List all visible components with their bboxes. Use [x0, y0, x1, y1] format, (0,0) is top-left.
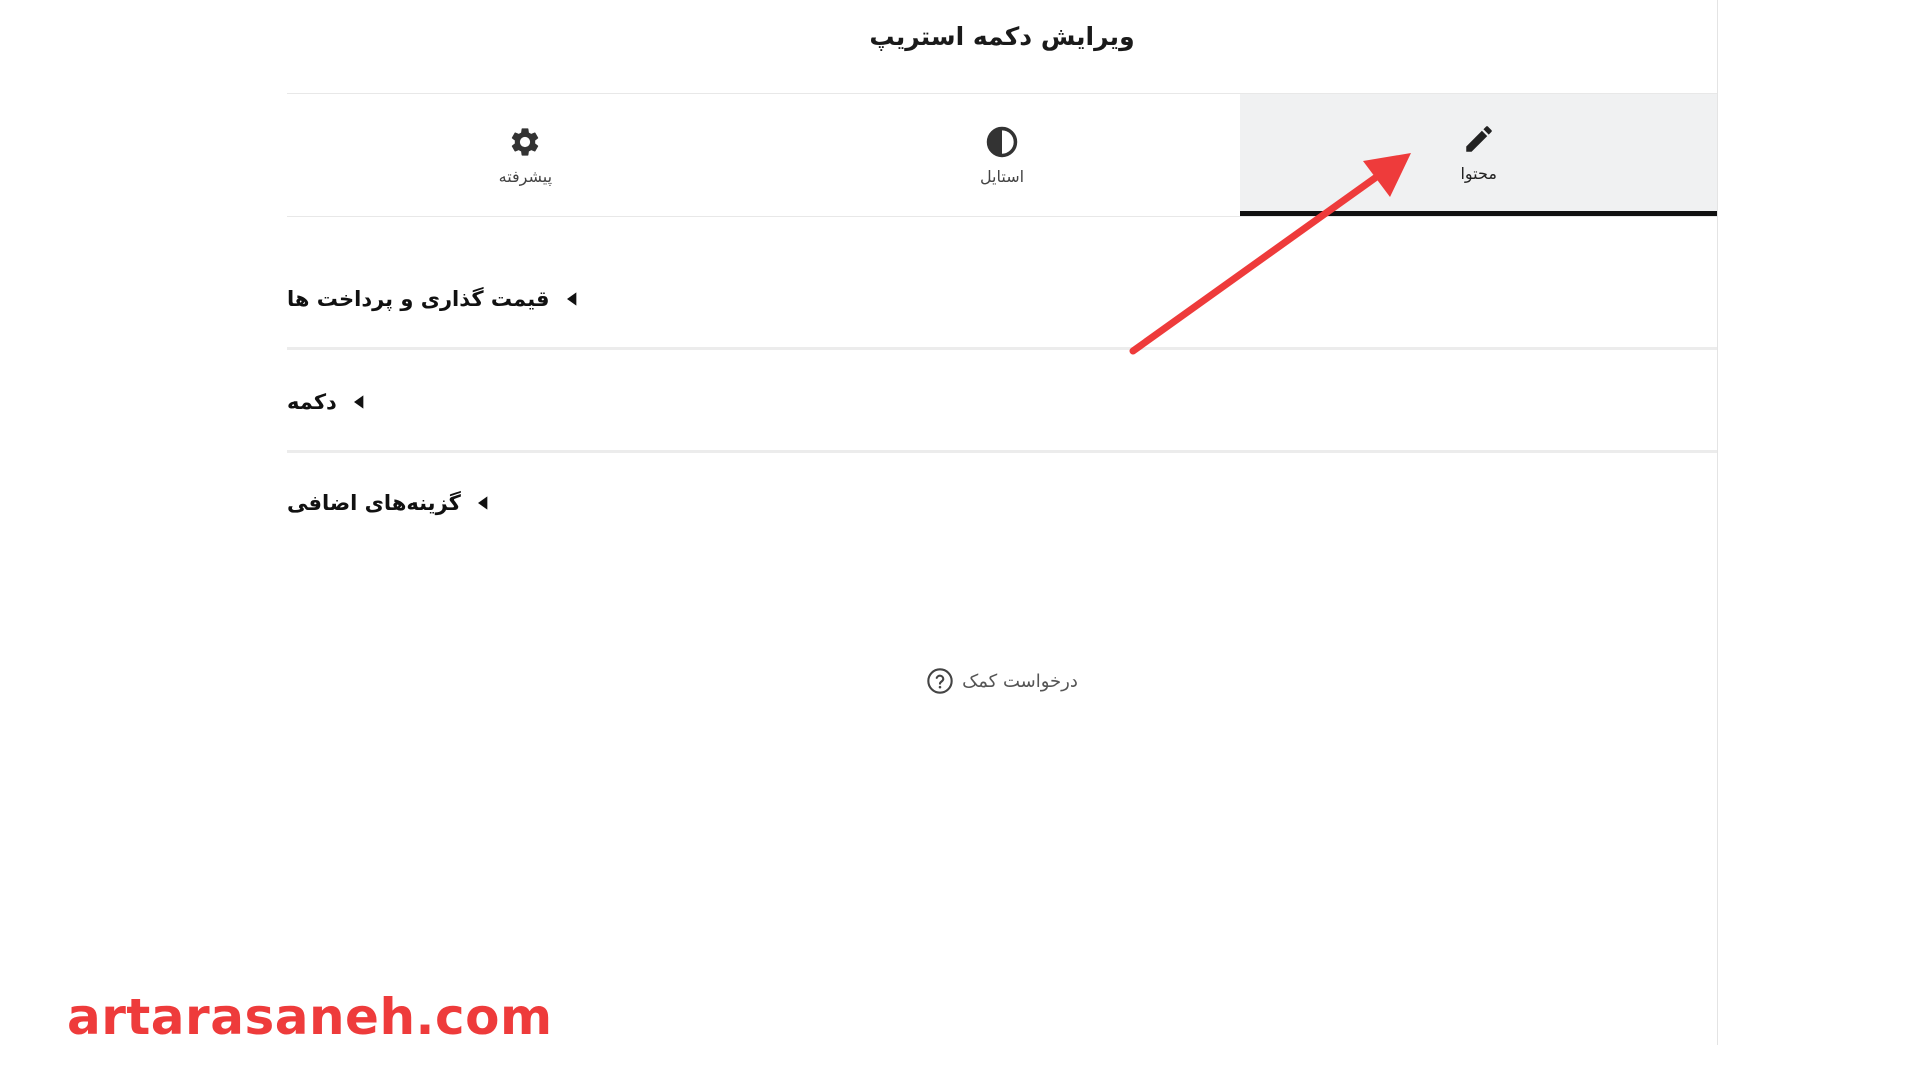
- tab-advanced[interactable]: پیشرفته: [287, 94, 764, 216]
- tab-style-label: استایل: [979, 166, 1025, 186]
- section-extra-options-label: گزینه‌های اضافی: [287, 491, 461, 515]
- help-request-label: درخواست کمک: [962, 670, 1078, 692]
- tab-content[interactable]: محتوا: [1240, 94, 1717, 216]
- editor-panel: ویرایش دکمه استریپ محتوا استایل پیشرفته …: [287, 0, 1718, 1045]
- tab-content-label: محتوا: [1460, 164, 1497, 183]
- contrast-icon: [986, 126, 1018, 157]
- section-pricing-payments-label: قیمت گذاری و پرداخت ها: [287, 286, 550, 311]
- gear-icon: [512, 127, 539, 156]
- tab-style[interactable]: استایل: [764, 94, 1241, 216]
- caret-left-icon: [477, 496, 488, 510]
- section-pricing-payments[interactable]: قیمت گذاری و پرداخت ها: [287, 250, 1717, 350]
- panel-title: ویرایش دکمه استریپ: [869, 22, 1135, 51]
- help-request-link[interactable]: درخواست کمک: [287, 664, 1717, 698]
- pencil-icon: [1465, 126, 1492, 152]
- caret-left-icon: [566, 291, 576, 306]
- site-watermark: artarasaneh.com: [67, 988, 553, 1046]
- section-button[interactable]: دکمه: [287, 353, 1717, 453]
- caret-left-icon: [353, 394, 364, 409]
- question-circle-icon: [927, 668, 953, 694]
- section-extra-options[interactable]: گزینه‌های اضافی: [287, 453, 1717, 553]
- section-button-label: دکمه: [287, 389, 337, 414]
- tab-advanced-label: پیشرفته: [498, 166, 553, 186]
- tab-bar: محتوا استایل پیشرفته: [287, 93, 1717, 217]
